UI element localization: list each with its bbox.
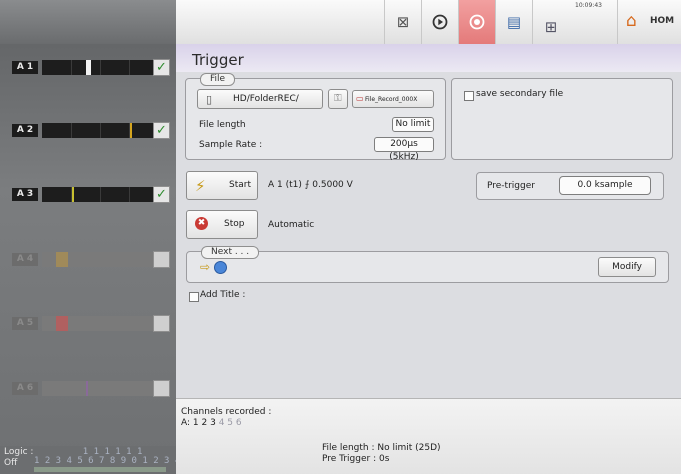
screenshot-icon[interactable]: ⊠ bbox=[384, 0, 421, 44]
channel-tag: A 1 bbox=[12, 61, 38, 74]
channel-checkbox-unchecked[interactable]: ✓ bbox=[153, 315, 170, 332]
next-group: Next . . . ⇨ Modify bbox=[186, 246, 669, 283]
logic-label: Logic : Off bbox=[4, 447, 34, 468]
signal-marker bbox=[56, 316, 68, 331]
channel-signal-bar[interactable] bbox=[42, 187, 158, 202]
channel-row-a5[interactable]: A 5 ✓ bbox=[12, 315, 170, 333]
channel-checkbox-unchecked[interactable]: ✓ bbox=[153, 251, 170, 268]
play-button[interactable] bbox=[421, 0, 458, 44]
status-bar: Channels recorded : A: 1 2 3 4 5 6 File … bbox=[176, 398, 681, 474]
page-title: Trigger bbox=[192, 51, 244, 69]
signal-marker bbox=[130, 123, 132, 138]
stop-mode: Automatic bbox=[268, 220, 315, 230]
channel-row-a1[interactable]: A 1 ✓ bbox=[12, 59, 170, 77]
file-group: File ▯ HD/FolderREC/ ⚿ ▭ File_Record_000… bbox=[185, 73, 446, 162]
channel-row-a4[interactable]: A 4 ✓ bbox=[12, 251, 170, 269]
top-toolbar: ⊠ ▤ ⊞ 10:09:43 ⌂ HOM bbox=[176, 0, 681, 45]
record-button[interactable] bbox=[458, 0, 495, 44]
pretrigger-label: Pre-trigger bbox=[487, 181, 535, 191]
signal-marker bbox=[86, 381, 88, 396]
signal-marker bbox=[86, 60, 91, 75]
channel-signal-bar[interactable] bbox=[42, 381, 158, 396]
file-length-label: File length bbox=[199, 120, 246, 130]
next-legend: Next . . . bbox=[201, 246, 260, 259]
channel-checkbox-checked[interactable]: ✓ bbox=[153, 59, 170, 76]
signal-marker bbox=[72, 187, 74, 202]
record-icon bbox=[469, 14, 485, 30]
channel-checkbox-checked[interactable]: ✓ bbox=[153, 122, 170, 139]
channel-row-a3[interactable]: A 3 ✓ bbox=[12, 186, 170, 204]
logic-channels[interactable]: Logic : Off 1 1 1 1 1 11 2 3 4 5 6 7 8 9… bbox=[0, 446, 202, 474]
network-icon[interactable]: ⊞ bbox=[532, 0, 569, 44]
folder-icon: ▯ bbox=[206, 93, 213, 106]
next-info-icon bbox=[214, 261, 227, 274]
channels-recorded-label: Channels recorded : bbox=[181, 407, 272, 417]
file-icon: ▭ bbox=[356, 94, 364, 103]
start-condition: A 1 (t1) ⨍ 0.5000 V bbox=[268, 180, 353, 190]
channel-tag: A 6 bbox=[12, 382, 38, 395]
channel-tag: A 2 bbox=[12, 124, 38, 137]
status-pre-trigger: Pre Trigger : 0s bbox=[322, 454, 390, 464]
add-title-checkbox[interactable] bbox=[189, 292, 199, 302]
sample-rate-field[interactable]: 200µs (5kHz) bbox=[374, 137, 434, 162]
sample-rate-label: Sample Rate : bbox=[199, 140, 263, 150]
file-legend: File bbox=[200, 73, 236, 86]
home-icon: ⌂ bbox=[626, 11, 637, 31]
channel-checkbox-unchecked[interactable]: ✓ bbox=[153, 380, 170, 397]
save-disk-icon[interactable]: ▤ bbox=[495, 0, 532, 44]
secondary-file-checkbox[interactable] bbox=[464, 91, 474, 101]
channel-row-a6[interactable]: A 6 ✓ bbox=[12, 380, 170, 398]
channels-recorded-list: A: 1 2 3 4 5 6 bbox=[181, 418, 242, 428]
channel-checkbox-checked[interactable]: ✓ bbox=[153, 186, 170, 203]
next-arrow-icon: ⇨ bbox=[200, 260, 211, 274]
key-icon: ⚿ bbox=[334, 93, 342, 104]
channel-row-a2[interactable]: A 2 ✓ bbox=[12, 122, 170, 140]
channel-signal-bar[interactable] bbox=[42, 252, 158, 267]
file-length-field[interactable]: No limit bbox=[392, 117, 434, 132]
recorder-screen: A 1 ✓ A 2 ✓ A 3 ✓ A 4 A 5 A 6 Logic: Of… bbox=[0, 0, 681, 474]
signal-marker bbox=[56, 252, 68, 267]
modify-button[interactable]: Modify bbox=[598, 257, 656, 277]
stop-icon: ✖ bbox=[195, 217, 208, 230]
clock-display: 10:09:43 bbox=[575, 2, 602, 9]
trigger-panel: Trigger File ▯ HD/FolderREC/ ⚿ ▭ File_Re… bbox=[176, 44, 681, 398]
title-band: Trigger bbox=[176, 44, 681, 72]
channel-panel: A 1 ✓ A 2 ✓ A 3 ✓ A 4 A 5 A 6 Logic: Of… bbox=[0, 0, 202, 474]
key-button[interactable]: ⚿ bbox=[328, 89, 348, 109]
channel-signal-bar[interactable] bbox=[42, 60, 158, 75]
channel-tag: A 4 bbox=[12, 253, 38, 266]
start-button[interactable]: ⚡ Start bbox=[186, 171, 258, 200]
logic-state-strip bbox=[34, 467, 166, 472]
channel-signal-bar[interactable] bbox=[42, 316, 158, 331]
status-file-length: File length : No limit (25D) bbox=[322, 443, 441, 453]
play-icon bbox=[432, 14, 448, 30]
channel-panel-header bbox=[0, 0, 176, 44]
channel-tag: A 3 bbox=[12, 188, 38, 201]
home-button[interactable]: ⌂ HOM bbox=[617, 0, 681, 44]
secondary-file-label: save secondary file bbox=[476, 89, 564, 99]
stop-button[interactable]: ✖ Stop bbox=[186, 210, 258, 239]
add-title-label: Add Title : bbox=[200, 290, 246, 300]
channel-tag: A 5 bbox=[12, 317, 38, 330]
secondary-file-group: save secondary file bbox=[451, 78, 673, 160]
pretrigger-group: Pre-trigger 0.0 ksample bbox=[476, 172, 664, 200]
folder-button[interactable]: ▯ HD/FolderREC/ bbox=[197, 89, 323, 109]
channel-signal-bar[interactable] bbox=[42, 123, 158, 138]
filename-button[interactable]: ▭ File_Record_000X bbox=[352, 90, 434, 108]
start-runner-icon: ⚡ bbox=[195, 177, 206, 195]
pretrigger-field[interactable]: 0.0 ksample bbox=[559, 176, 651, 195]
